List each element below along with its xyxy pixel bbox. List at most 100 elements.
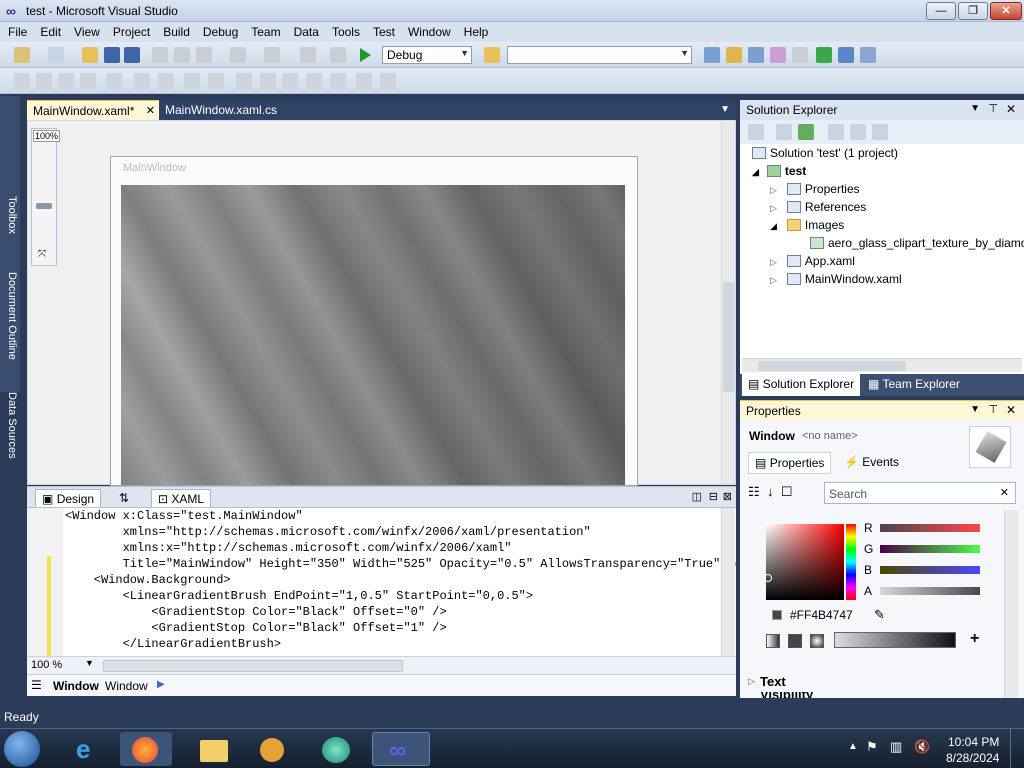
expand-arrow-icon[interactable]: ▷ <box>748 676 755 687</box>
align-middles-icon[interactable] <box>106 73 122 89</box>
eyedropper-icon[interactable]: ✎ <box>874 607 885 623</box>
expand-arrow-icon[interactable]: ▷ <box>770 275 777 285</box>
zoom-thumb[interactable] <box>36 203 52 209</box>
tab-properties[interactable]: ▤ Properties <box>748 452 832 474</box>
extension-manager-icon[interactable] <box>838 47 854 63</box>
chevron-down-icon[interactable]: ▼ <box>970 404 980 415</box>
pin-icon[interactable]: ⊤ <box>988 403 998 416</box>
close-icon[interactable]: ✕ <box>146 104 155 117</box>
make-same-width-icon[interactable] <box>158 73 174 89</box>
solution-horizontal-scrollbar[interactable] <box>742 358 1022 372</box>
vertical-spacing-icon[interactable] <box>306 73 322 89</box>
breadcrumb-element[interactable]: Window <box>53 679 99 693</box>
xaml-editor[interactable]: <Window x:Class="test.MainWindow" xmlns=… <box>27 508 736 656</box>
save-all-icon[interactable] <box>124 47 140 63</box>
sort-alphabetical-icon[interactable]: ↓ <box>767 484 774 499</box>
editor-vertical-scrollbar[interactable] <box>721 508 735 656</box>
menu-tools[interactable]: Tools <box>324 22 365 42</box>
linear-gradient-button[interactable] <box>766 634 780 648</box>
hue-slider[interactable] <box>846 524 856 600</box>
alpha-channel-slider[interactable] <box>880 587 980 595</box>
align-rights-icon[interactable] <box>58 73 74 89</box>
tab-solution-explorer[interactable]: ▤ Solution Explorer <box>742 374 861 396</box>
menu-data[interactable]: Data <box>286 22 324 42</box>
swap-panes-button[interactable]: ⇅ <box>113 489 135 507</box>
properties-window-icon[interactable] <box>726 47 742 63</box>
send-to-back-icon[interactable] <box>260 73 276 89</box>
action-center-icon[interactable]: ⚑ <box>866 739 878 755</box>
solution-configuration-combo[interactable]: Debug ▼ <box>382 46 472 64</box>
radial-gradient-button[interactable] <box>810 634 824 648</box>
toolbox-tab[interactable]: Toolbox <box>2 196 18 234</box>
red-channel-slider[interactable] <box>880 524 980 532</box>
view-code-icon[interactable] <box>828 124 844 140</box>
horizontal-split-icon[interactable]: ⊟ <box>709 490 718 503</box>
taskbar-app[interactable] <box>310 732 362 766</box>
filter-icon[interactable]: ☐ <box>781 484 793 499</box>
expand-arrow-icon[interactable]: ▷ <box>770 203 777 213</box>
expand-arrow-icon[interactable]: ▷ <box>770 185 777 195</box>
expand-arrow-icon[interactable]: ▷ <box>770 257 777 267</box>
tree-item-references[interactable]: ▷ References <box>770 200 866 218</box>
menu-debug[interactable]: Debug <box>195 22 243 42</box>
align-centers-icon[interactable] <box>36 73 52 89</box>
data-sources-tab[interactable]: Data Sources <box>2 392 18 459</box>
editor-horizontal-scrollbar[interactable] <box>103 660 403 672</box>
tab-mainwindow-xaml[interactable]: MainWindow.xaml* ✕ <box>27 100 159 120</box>
tab-mainwindow-xaml-cs[interactable]: MainWindow.xaml.cs <box>159 100 299 120</box>
menu-file[interactable]: File <box>0 22 32 42</box>
horizontal-spacing-icon[interactable] <box>282 73 298 89</box>
menu-test[interactable]: Test <box>365 22 400 42</box>
hex-color-value[interactable]: #FF4B4747 <box>790 608 853 622</box>
close-button[interactable]: ✕ <box>990 2 1022 20</box>
start-button[interactable] <box>4 731 40 767</box>
add-gradient-stop-icon[interactable]: + <box>970 630 979 648</box>
maximize-button[interactable]: ❐ <box>958 2 988 20</box>
collapse-arrow-icon[interactable]: ◢ <box>770 221 777 231</box>
chevron-down-icon[interactable]: ▼ <box>720 104 730 115</box>
make-same-height-icon[interactable] <box>184 73 200 89</box>
menu-help[interactable]: Help <box>456 22 494 42</box>
blue-channel-slider[interactable] <box>880 566 980 574</box>
tab-team-explorer[interactable]: ▦ Team Explorer <box>864 374 964 396</box>
volume-muted-icon[interactable]: 🔇 <box>914 739 930 755</box>
scroll-thumb[interactable] <box>723 282 734 392</box>
visibility-category[interactable]: Visibility <box>760 692 813 698</box>
vertical-split-icon[interactable]: ◫ <box>692 490 702 503</box>
size-to-grid-icon[interactable] <box>208 73 224 89</box>
pin-icon[interactable]: ⊤ <box>988 102 998 115</box>
center-horizontally-icon[interactable] <box>330 73 346 89</box>
network-icon[interactable]: ▥ <box>890 739 902 755</box>
taskbar-firefox[interactable] <box>120 732 172 766</box>
tab-design[interactable]: ▣ Design <box>35 489 102 507</box>
zoom-slider[interactable]: 100% ⤧ <box>31 128 61 266</box>
property-search-input[interactable]: Search ✕ <box>824 482 1016 504</box>
find-in-files-icon[interactable] <box>484 47 500 63</box>
properties-icon[interactable] <box>748 124 764 140</box>
show-all-files-icon[interactable] <box>776 124 792 140</box>
clock-date[interactable]: 8/28/2024 <box>946 751 999 765</box>
editor-zoom[interactable]: 100 % <box>31 659 62 671</box>
menu-edit[interactable]: Edit <box>32 22 66 42</box>
color-picker-handle[interactable] <box>764 574 772 582</box>
show-desktop-button[interactable] <box>1010 729 1024 768</box>
chevron-down-icon[interactable]: ▼ <box>970 103 980 114</box>
add-item-icon[interactable] <box>48 47 64 63</box>
solution-explorer-icon[interactable] <box>704 47 720 63</box>
color-saturation-field[interactable] <box>764 524 844 600</box>
menu-team[interactable]: Team <box>243 22 285 42</box>
collapse-arrow-icon[interactable]: ◢ <box>752 167 759 177</box>
tree-item-image-file[interactable]: aero_glass_clipart_texture_by_diamo <box>810 236 1024 254</box>
solid-brush-button[interactable] <box>788 634 802 648</box>
start-page-icon[interactable] <box>816 47 832 63</box>
close-icon[interactable]: ✕ <box>1006 102 1016 116</box>
taskbar-file-explorer[interactable] <box>188 732 240 766</box>
open-folder-icon[interactable] <box>82 47 98 63</box>
find-combo[interactable]: ▼ <box>507 46 692 64</box>
tab-xaml[interactable]: ⊡ XAML <box>151 489 212 507</box>
command-window-icon[interactable] <box>860 47 876 63</box>
cut-icon[interactable] <box>152 47 168 63</box>
designer-vertical-scrollbar[interactable] <box>721 122 735 484</box>
toolbox-icon[interactable] <box>770 47 786 63</box>
align-bottoms-icon[interactable] <box>134 73 150 89</box>
